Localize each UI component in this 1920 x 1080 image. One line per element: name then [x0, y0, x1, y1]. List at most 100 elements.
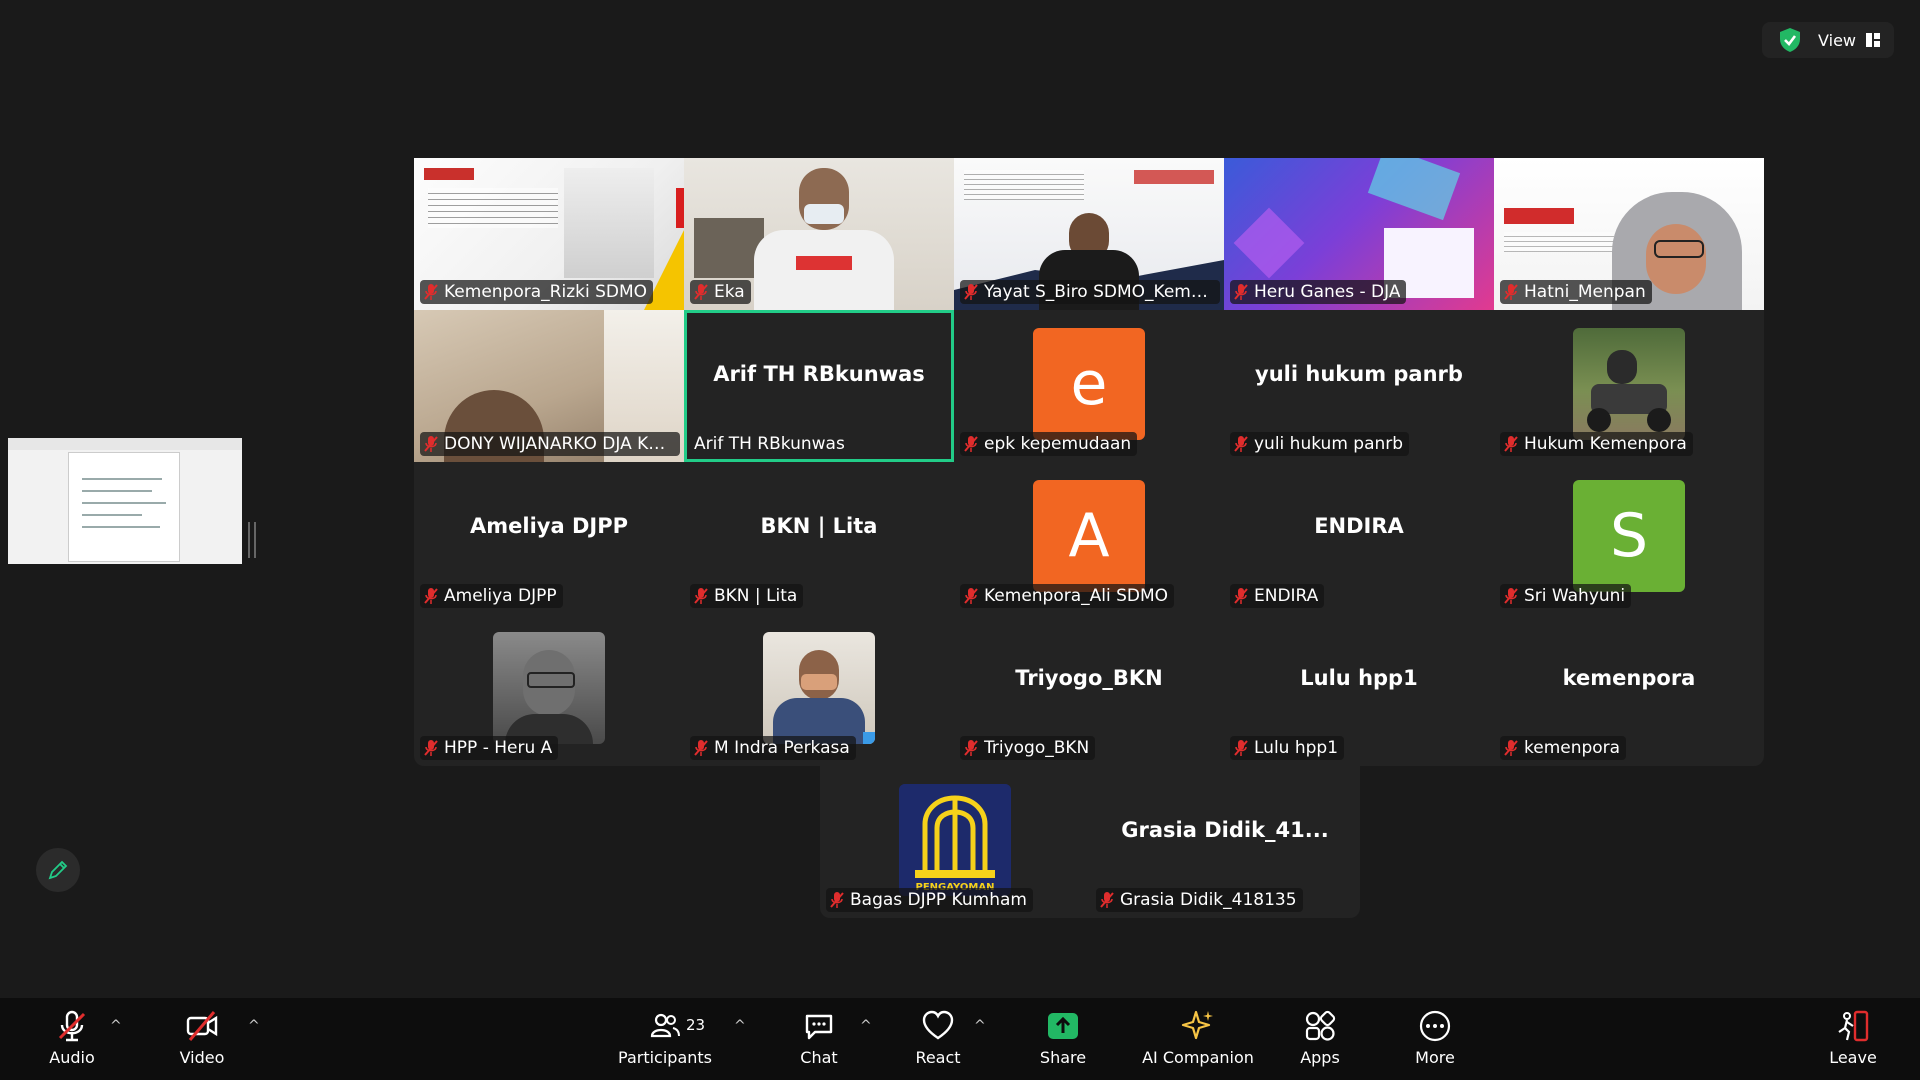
avatar: [493, 632, 605, 744]
video-tile[interactable]: PENGAYOMAN Bagas DJPP Kumham: [820, 766, 1090, 918]
apps-button[interactable]: Apps: [1298, 1008, 1342, 1074]
view-grid-icon: [1866, 33, 1880, 47]
video-tile[interactable]: Kemenpora_Rizki SDMO: [414, 158, 684, 310]
self-view-thumbnail[interactable]: [8, 438, 242, 564]
more-button[interactable]: More: [1412, 1008, 1458, 1074]
video-tile[interactable]: BKN | Lita BKN | Lita: [684, 462, 954, 614]
participant-name: BKN | Lita: [760, 514, 878, 538]
avatar: [1573, 328, 1685, 440]
view-label: View: [1818, 30, 1856, 50]
shield-check-icon[interactable]: [1776, 26, 1804, 54]
pengayoman-logo-icon: PENGAYOMAN: [899, 784, 1011, 896]
participant-label: Lulu hpp1: [1230, 736, 1345, 760]
mic-muted-icon: [1234, 284, 1248, 300]
participant-label: kemenpora: [1500, 736, 1627, 760]
mic-muted-icon: [964, 284, 978, 300]
video-tile[interactable]: ENDIRA ENDIRA: [1224, 462, 1494, 614]
mic-muted-icon: [58, 1010, 86, 1042]
video-button[interactable]: Video: [176, 1008, 228, 1074]
participants-options-caret[interactable]: ^: [734, 1018, 746, 1034]
video-off-icon: [186, 1011, 218, 1041]
mic-muted-icon: [1504, 284, 1518, 300]
chat-options-caret[interactable]: ^: [860, 1018, 872, 1034]
annotate-button[interactable]: [36, 848, 80, 892]
top-controls: View: [1762, 22, 1894, 58]
mic-muted-icon: [424, 740, 438, 756]
participant-label: yuli hukum panrb: [1230, 432, 1410, 456]
ai-companion-button[interactable]: AI Companion: [1140, 1008, 1256, 1074]
video-options-caret[interactable]: ^: [248, 1018, 260, 1034]
video-tile[interactable]: e epk kepemudaan: [954, 310, 1224, 462]
apps-icon: [1305, 1010, 1336, 1041]
video-tile[interactable]: DONY WIJANARKO DJA KE...: [414, 310, 684, 462]
participant-label: Yayat S_Biro SDMO_Kemen...: [960, 280, 1220, 304]
avatar: S: [1573, 480, 1685, 592]
participant-label: Triyogo_BKN: [960, 736, 1096, 760]
video-tile[interactable]: HPP - Heru A: [414, 614, 684, 766]
mic-muted-icon: [964, 588, 978, 604]
video-tile[interactable]: Lulu hpp1 Lulu hpp1: [1224, 614, 1494, 766]
chat-button[interactable]: Chat: [796, 1008, 842, 1074]
video-tile[interactable]: Eka: [684, 158, 954, 310]
participant-name: yuli hukum panrb: [1255, 362, 1463, 386]
react-options-caret[interactable]: ^: [974, 1018, 986, 1034]
document-preview: [68, 452, 180, 562]
share-button[interactable]: Share: [1040, 1008, 1086, 1074]
participant-label: epk kepemudaan: [960, 432, 1138, 456]
participant-label: Kemenpora_Ali SDMO: [960, 584, 1175, 608]
participant-label: Kemenpora_Rizki SDMO: [420, 280, 654, 304]
view-button[interactable]: View: [1818, 31, 1880, 50]
video-tile[interactable]: Hukum Kemenpora: [1494, 310, 1764, 462]
audio-button[interactable]: Audio: [46, 1008, 98, 1074]
participant-label: Hatni_Menpan: [1500, 280, 1652, 304]
participant-label: HPP - Heru A: [420, 736, 559, 760]
video-tile[interactable]: Yayat S_Biro SDMO_Kemen...: [954, 158, 1224, 310]
chat-icon: [805, 1014, 833, 1040]
mic-muted-icon: [1504, 436, 1518, 452]
video-tile[interactable]: Ameliya DJPP Ameliya DJPP: [414, 462, 684, 614]
video-tile[interactable]: kemenpora kemenpora: [1494, 614, 1764, 766]
video-tile[interactable]: yuli hukum panrb yuli hukum panrb: [1224, 310, 1494, 462]
video-tile[interactable]: Heru Ganes - DJA: [1224, 158, 1494, 310]
mic-muted-icon: [424, 284, 438, 300]
avatar: [763, 632, 875, 744]
participants-label: Participants: [618, 1048, 712, 1067]
leave-button[interactable]: Leave: [1828, 1008, 1878, 1074]
participant-name: Triyogo_BKN: [1015, 666, 1163, 690]
mic-muted-icon: [1504, 740, 1518, 756]
video-tile-active-speaker[interactable]: Arif TH RBkunwas Arif TH RBkunwas: [684, 310, 954, 462]
apps-label: Apps: [1300, 1048, 1340, 1067]
mic-muted-icon: [1234, 740, 1248, 756]
gallery-last-row: PENGAYOMAN Bagas DJPP Kumham Grasia Didi…: [820, 766, 1360, 918]
video-tile[interactable]: M Indra Perkasa: [684, 614, 954, 766]
video-tile[interactable]: Triyogo_BKN Triyogo_BKN: [954, 614, 1224, 766]
participant-label: Bagas DJPP Kumham: [826, 888, 1033, 912]
participant-name: ENDIRA: [1314, 514, 1404, 538]
video-tile[interactable]: A Kemenpora_Ali SDMO: [954, 462, 1224, 614]
mic-muted-icon: [1234, 588, 1248, 604]
participant-name: Lulu hpp1: [1300, 666, 1418, 690]
more-label: More: [1415, 1048, 1455, 1067]
participant-name: Arif TH RBkunwas: [713, 362, 925, 386]
pencil-icon: [48, 860, 68, 880]
participant-label: ENDIRA: [1230, 584, 1325, 608]
audio-options-caret[interactable]: ^: [110, 1018, 122, 1034]
gallery-grid: Kemenpora_Rizki SDMO Eka Yayat S_Biro SD…: [414, 158, 1764, 766]
audio-label: Audio: [49, 1048, 95, 1067]
self-view-drag-handle[interactable]: [248, 522, 256, 558]
avatar: e: [1033, 328, 1145, 440]
meeting-toolbar: Audio ^ Video ^ Participants 23 ^ Chat ^: [0, 998, 1920, 1080]
video-tile[interactable]: Hatni_Menpan: [1494, 158, 1764, 310]
video-label: Video: [179, 1048, 225, 1067]
ai-companion-label: AI Companion: [1142, 1048, 1254, 1067]
video-tile[interactable]: S Sri Wahyuni: [1494, 462, 1764, 614]
participant-label: M Indra Perkasa: [690, 736, 856, 760]
participant-label: DONY WIJANARKO DJA KE...: [420, 432, 680, 456]
video-tile[interactable]: Grasia Didik_41... Grasia Didik_418135: [1090, 766, 1360, 918]
avatar: A: [1033, 480, 1145, 592]
mic-muted-icon: [830, 892, 844, 908]
react-button[interactable]: React: [914, 1008, 962, 1074]
heart-icon: [922, 1010, 954, 1040]
sparkle-icon: [1181, 1010, 1213, 1040]
participant-label: Arif TH RBkunwas: [694, 434, 845, 454]
